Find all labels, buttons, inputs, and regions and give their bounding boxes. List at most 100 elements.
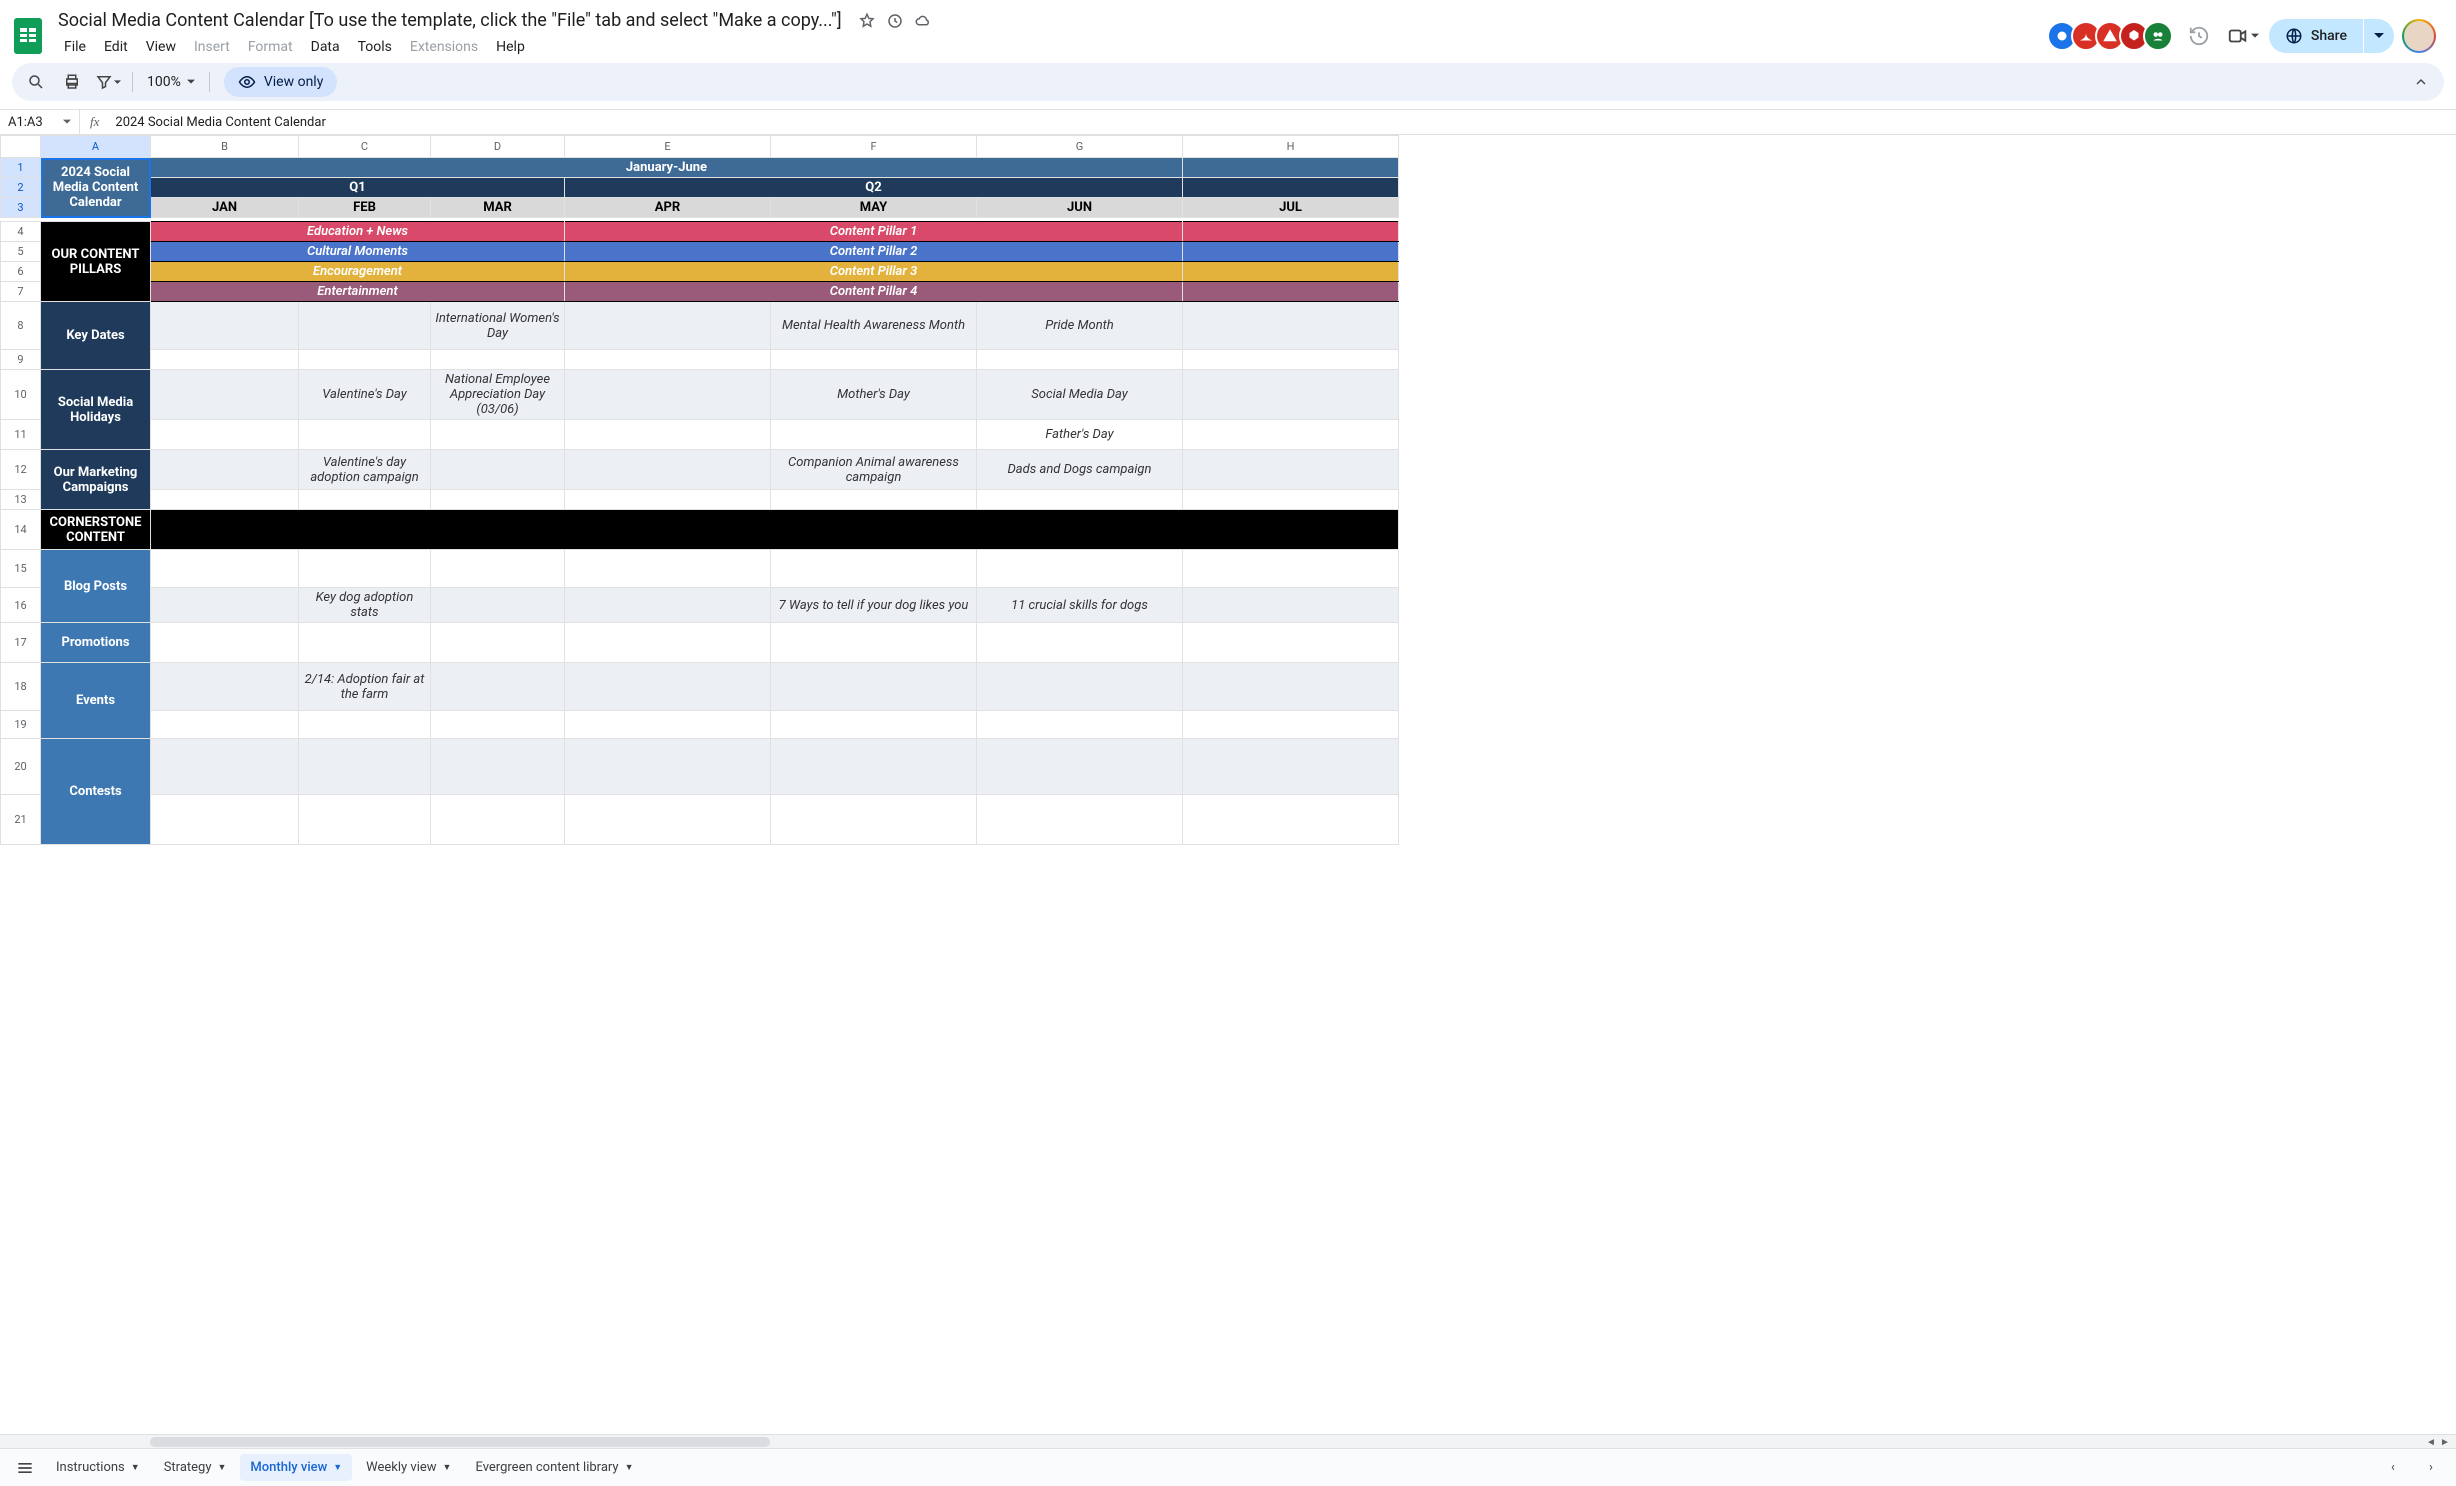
col-header-A[interactable]: A: [41, 136, 151, 158]
row-header-16[interactable]: 16: [1, 588, 41, 623]
cell-D12[interactable]: [431, 450, 565, 490]
cell-F15[interactable]: [771, 550, 977, 588]
cell-jun[interactable]: JUN: [977, 198, 1183, 218]
cell-pillar3-h[interactable]: [1183, 262, 1399, 282]
cell-q1[interactable]: Q1: [151, 178, 565, 198]
cell-B11[interactable]: [151, 420, 299, 450]
tab-evergreen[interactable]: Evergreen content library▼: [465, 1454, 643, 1481]
cell-q2[interactable]: Q2: [565, 178, 1183, 198]
cell-H15[interactable]: [1183, 550, 1399, 588]
cell-F12[interactable]: Companion Animal awareness campaign: [771, 450, 977, 490]
cell-jul[interactable]: JUL: [1183, 198, 1399, 218]
cell-pillar2-q1[interactable]: Cultural Moments: [151, 242, 565, 262]
tab-strategy[interactable]: Strategy▼: [154, 1454, 237, 1481]
scroll-left-icon[interactable]: ◄: [2424, 1435, 2438, 1449]
cell-G8[interactable]: Pride Month: [977, 302, 1183, 350]
cell-F17[interactable]: [771, 623, 977, 663]
menu-edit[interactable]: Edit: [96, 35, 136, 59]
cell-E20[interactable]: [565, 739, 771, 795]
cell-E9[interactable]: [565, 350, 771, 370]
cell-E16[interactable]: [565, 588, 771, 623]
meet-icon[interactable]: [2225, 18, 2261, 54]
sheets-logo[interactable]: [12, 16, 44, 56]
cell-H1[interactable]: [1183, 158, 1399, 178]
cell-C16[interactable]: Key dog adoption stats: [299, 588, 431, 623]
cell-C12[interactable]: Valentine's day adoption campaign: [299, 450, 431, 490]
history-icon[interactable]: [2181, 18, 2217, 54]
row-header-5[interactable]: 5: [1, 242, 41, 262]
cell-D17[interactable]: [431, 623, 565, 663]
cell-pillar4-q1[interactable]: Entertainment: [151, 282, 565, 302]
filter-icon[interactable]: [92, 67, 124, 97]
cell-H20[interactable]: [1183, 739, 1399, 795]
cell-D21[interactable]: [431, 795, 565, 845]
cell-C18[interactable]: 2/14: Adoption fair at the farm: [299, 663, 431, 711]
row-header-12[interactable]: 12: [1, 450, 41, 490]
cell-pillar2-h[interactable]: [1183, 242, 1399, 262]
row-header-13[interactable]: 13: [1, 490, 41, 510]
cell-feb[interactable]: FEB: [299, 198, 431, 218]
cell-E15[interactable]: [565, 550, 771, 588]
cell-H17[interactable]: [1183, 623, 1399, 663]
zoom-dropdown[interactable]: 100%: [141, 70, 201, 94]
cell-apr[interactable]: APR: [565, 198, 771, 218]
tab-weekly-view[interactable]: Weekly view▼: [356, 1454, 461, 1481]
cell-F10[interactable]: Mother's Day: [771, 370, 977, 420]
col-header-B[interactable]: B: [151, 136, 299, 158]
row-header-3[interactable]: 3: [1, 198, 41, 218]
cell-H18[interactable]: [1183, 663, 1399, 711]
search-icon[interactable]: [20, 67, 52, 97]
cell-F21[interactable]: [771, 795, 977, 845]
cell-F18[interactable]: [771, 663, 977, 711]
row-header-14[interactable]: 14: [1, 510, 41, 550]
cell-C10[interactable]: Valentine's Day: [299, 370, 431, 420]
collapse-toolbar-icon[interactable]: [2406, 67, 2436, 97]
row-header-7[interactable]: 7: [1, 282, 41, 302]
cell-D15[interactable]: [431, 550, 565, 588]
cell-F11[interactable]: [771, 420, 977, 450]
row-header-11[interactable]: 11: [1, 420, 41, 450]
cell-F16[interactable]: 7 Ways to tell if your dog likes you: [771, 588, 977, 623]
col-header-F[interactable]: F: [771, 136, 977, 158]
cell-campaigns-label[interactable]: Our Marketing Campaigns: [41, 450, 151, 510]
cell-H12[interactable]: [1183, 450, 1399, 490]
cell-G11[interactable]: Father's Day: [977, 420, 1183, 450]
cell-pillar3-q1[interactable]: Encouragement: [151, 262, 565, 282]
col-header-G[interactable]: G: [977, 136, 1183, 158]
row-header-18[interactable]: 18: [1, 663, 41, 711]
cell-G15[interactable]: [977, 550, 1183, 588]
cell-G16[interactable]: 11 crucial skills for dogs: [977, 588, 1183, 623]
cell-B12[interactable]: [151, 450, 299, 490]
cell-C11[interactable]: [299, 420, 431, 450]
cell-pillars-label[interactable]: OUR CONTENT PILLARS: [41, 222, 151, 302]
cell-E8[interactable]: [565, 302, 771, 350]
menu-help[interactable]: Help: [488, 35, 533, 59]
row-header-10[interactable]: 10: [1, 370, 41, 420]
cell-pillar1-h[interactable]: [1183, 222, 1399, 242]
cell-G18[interactable]: [977, 663, 1183, 711]
star-icon[interactable]: [858, 12, 876, 30]
document-title[interactable]: Social Media Content Calendar [To use th…: [52, 8, 848, 33]
cell-C20[interactable]: [299, 739, 431, 795]
cell-pillar3-q2[interactable]: Content Pillar 3: [565, 262, 1183, 282]
row-header-8[interactable]: 8: [1, 302, 41, 350]
cell-C21[interactable]: [299, 795, 431, 845]
cell-H11[interactable]: [1183, 420, 1399, 450]
cell-E18[interactable]: [565, 663, 771, 711]
cell-F19[interactable]: [771, 711, 977, 739]
cell-B17[interactable]: [151, 623, 299, 663]
cell-G13[interactable]: [977, 490, 1183, 510]
cell-keydates-label[interactable]: Key Dates: [41, 302, 151, 370]
cell-E21[interactable]: [565, 795, 771, 845]
row-header-21[interactable]: 21: [1, 795, 41, 845]
cloud-icon[interactable]: [914, 12, 932, 30]
cell-contests-label[interactable]: Contests: [41, 739, 151, 845]
cell-F9[interactable]: [771, 350, 977, 370]
cell-D13[interactable]: [431, 490, 565, 510]
cell-pillar2-q2[interactable]: Content Pillar 2: [565, 242, 1183, 262]
cell-H21[interactable]: [1183, 795, 1399, 845]
cell-A1[interactable]: 2024 Social Media Content Calendar: [41, 158, 151, 218]
row-header-20[interactable]: 20: [1, 739, 41, 795]
cell-D10[interactable]: National Employee Appreciation Day (03/0…: [431, 370, 565, 420]
cell-C13[interactable]: [299, 490, 431, 510]
